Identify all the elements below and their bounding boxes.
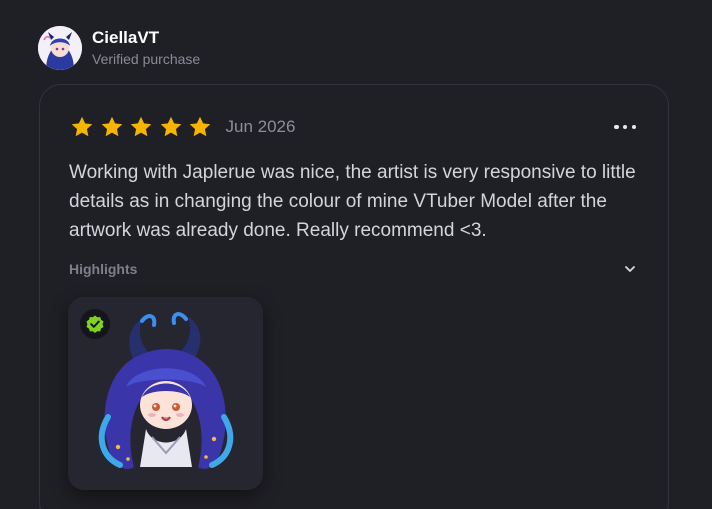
- vtuber-avatar-icon: [38, 26, 82, 70]
- star-icon: [70, 115, 94, 139]
- gallery-thumbnail[interactable]: [68, 297, 263, 490]
- verified-check-icon: [80, 309, 110, 339]
- star-icon: [100, 115, 124, 139]
- highlights-label: Highlights: [69, 261, 138, 277]
- star-rating: [70, 115, 218, 139]
- review-date: Jun 2026: [225, 117, 296, 136]
- reviewer-header: CiellaVT Verified purchase: [38, 26, 200, 70]
- chevron-down-icon: [623, 262, 637, 276]
- more-options-button[interactable]: [614, 119, 636, 135]
- star-icon: [188, 115, 212, 139]
- rating-row: Jun 2026: [70, 115, 295, 139]
- highlights-toggle[interactable]: Highlights: [69, 258, 637, 280]
- more-horizontal-icon-dot: [614, 124, 619, 130]
- verified-purchase-label: Verified purchase: [92, 50, 201, 67]
- star-icon: [159, 115, 183, 139]
- reviewer-name[interactable]: CiellaVT: [92, 28, 200, 48]
- review-card: Jun 2026 Working with Japlerue was nice,…: [39, 84, 669, 509]
- star-icon: [129, 115, 153, 139]
- avatar[interactable]: [38, 26, 82, 70]
- more-horizontal-icon-dot: [622, 124, 628, 130]
- more-horizontal-icon-dot: [631, 124, 636, 130]
- review-text: Working with Japlerue was nice, the arti…: [69, 162, 636, 241]
